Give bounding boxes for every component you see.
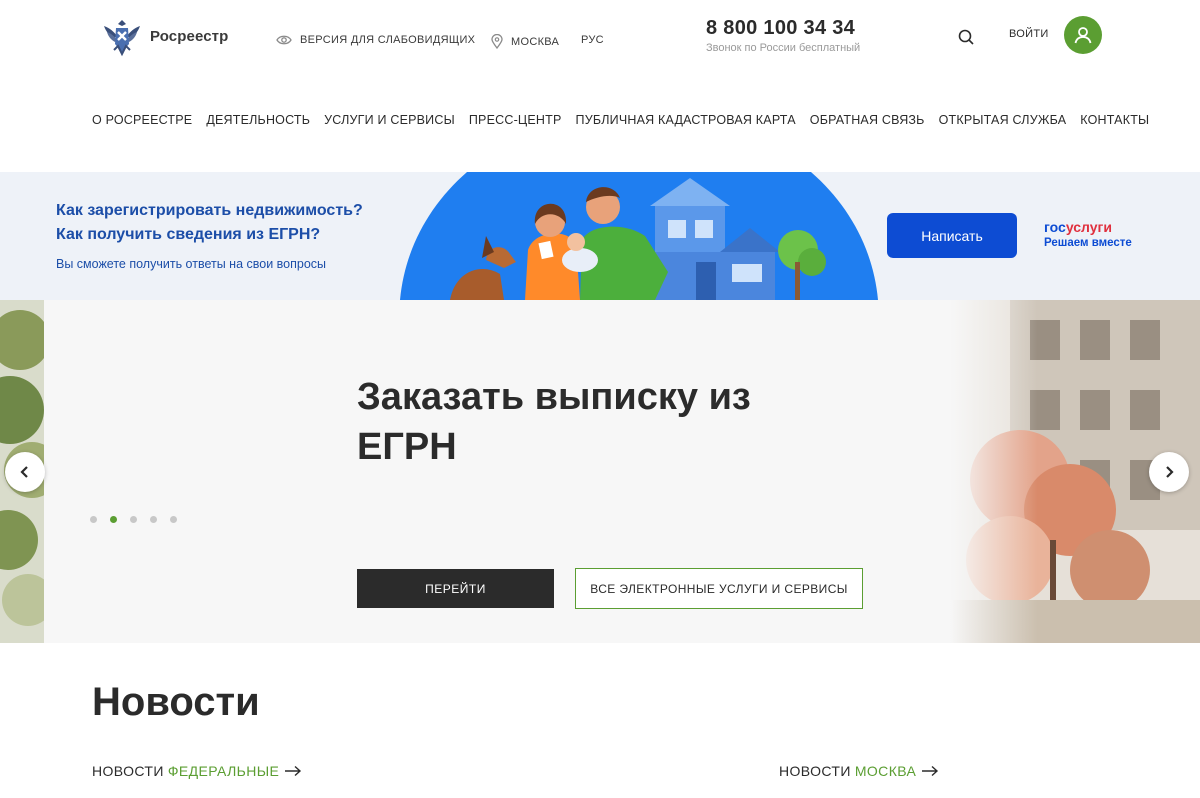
region-selector[interactable]: МОСКВА [491, 34, 559, 49]
gosuslugi-banner: Как зарегистрировать недвижимость? Как п… [0, 172, 1200, 300]
nav-item-contacts[interactable]: КОНТАКТЫ [1080, 113, 1149, 127]
all-services-button[interactable]: ВСЕ ЭЛЕКТРОННЫЕ УСЛУГИ И СЕРВИСЫ [575, 568, 863, 609]
moscow-news-prefix: НОВОСТИ [779, 763, 851, 779]
nav-item-feedback[interactable]: ОБРАТНАЯ СВЯЗЬ [810, 113, 925, 127]
banner-question-registration: Как зарегистрировать недвижимость? [56, 202, 363, 219]
nav-item-press[interactable]: ПРЕСС-ЦЕНТР [469, 113, 562, 127]
family-house-illustration [400, 172, 878, 300]
slider-dot[interactable] [150, 516, 157, 523]
slider-dot[interactable] [90, 516, 97, 523]
logo-text: Росреестр [150, 27, 229, 45]
arrow-right-icon [285, 765, 302, 777]
accessibility-label: ВЕРСИЯ ДЛЯ СЛАБОВИДЯЩИХ [300, 34, 476, 46]
eagle-emblem-icon [104, 20, 140, 57]
chevron-right-icon [1166, 466, 1174, 478]
gosuslugi-logo[interactable]: госуслуги [1044, 219, 1112, 235]
news-heading: Новости [92, 680, 260, 724]
search-button[interactable] [955, 26, 977, 48]
arrow-right-icon [922, 765, 939, 777]
chevron-left-icon [20, 466, 28, 478]
nav-item-cadastral-map[interactable]: ПУБЛИЧНАЯ КАДАСТРОВАЯ КАРТА [576, 113, 796, 127]
region-label: МОСКВА [511, 35, 560, 48]
nav-item-about[interactable]: О РОСРЕЕСТРЕ [92, 113, 192, 127]
federal-news-accent: ФЕДЕРАЛЬНЫЕ [167, 763, 280, 779]
slider-prev-button[interactable] [5, 452, 45, 492]
slider-next-button[interactable] [1149, 452, 1189, 492]
phone-note: Звонок по России бесплатный [706, 42, 861, 54]
user-avatar-button[interactable] [1064, 16, 1102, 54]
phone-number[interactable]: 8 800 100 34 34 [706, 17, 860, 40]
nav-item-services[interactable]: УСЛУГИ И СЕРВИСЫ [324, 113, 455, 127]
slider-dot-active[interactable] [110, 516, 117, 523]
nav-item-activity[interactable]: ДЕЯТЕЛЬНОСТЬ [206, 113, 310, 127]
go-button[interactable]: ПЕРЕЙТИ [357, 569, 554, 608]
hero-title: Заказать выписку из ЕГРН [357, 376, 751, 468]
language-selector[interactable]: РУС [581, 34, 604, 46]
gosuslugi-tagline: Решаем вместе [1044, 237, 1132, 249]
search-icon [958, 29, 974, 45]
gosuslugi-logo-part2: услуги [1065, 219, 1112, 235]
hero-slider: Заказать выписку из ЕГРН ПЕРЕЙТИ ВСЕ ЭЛЕ… [0, 300, 1200, 643]
slider-dot[interactable] [130, 516, 137, 523]
slider-pagination [90, 516, 177, 523]
site-logo[interactable]: Росреестр [100, 14, 228, 58]
eye-icon [276, 35, 292, 45]
accessibility-version-link[interactable]: ВЕРСИЯ ДЛЯ СЛАБОВИДЯЩИХ [276, 34, 475, 46]
federal-news-prefix: НОВОСТИ [92, 763, 164, 779]
login-link[interactable]: ВОЙТИ [1009, 28, 1049, 40]
slider-dot[interactable] [170, 516, 177, 523]
location-pin-icon [491, 34, 503, 49]
nav-item-open-service[interactable]: ОТКРЫТАЯ СЛУЖБА [939, 113, 1067, 127]
main-navigation: О РОСРЕЕСТРЕ ДЕЯТЕЛЬНОСТЬ УСЛУГИ И СЕРВИ… [92, 113, 1149, 127]
hotline: 8 800 100 34 34 Звонок по России бесплат… [706, 17, 860, 54]
write-button[interactable]: Написать [887, 213, 1017, 258]
banner-question-egrn: Как получить сведения из ЕГРН? [56, 226, 321, 243]
moscow-news-link[interactable]: НОВОСТИ МОСКВА [779, 763, 940, 779]
gosuslugi-logo-part1: гос [1044, 219, 1066, 235]
user-icon [1074, 27, 1092, 44]
site-header: Росреестр ВЕРСИЯ ДЛЯ СЛАБОВИДЯЩИХ МОСКВА… [0, 0, 1200, 80]
moscow-news-accent: МОСКВА [854, 763, 917, 779]
federal-news-link[interactable]: НОВОСТИ ФЕДЕРАЛЬНЫЕ [92, 763, 303, 779]
language-label: РУС [581, 34, 604, 46]
banner-subtitle: Вы сможете получить ответы на свои вопро… [56, 257, 327, 271]
